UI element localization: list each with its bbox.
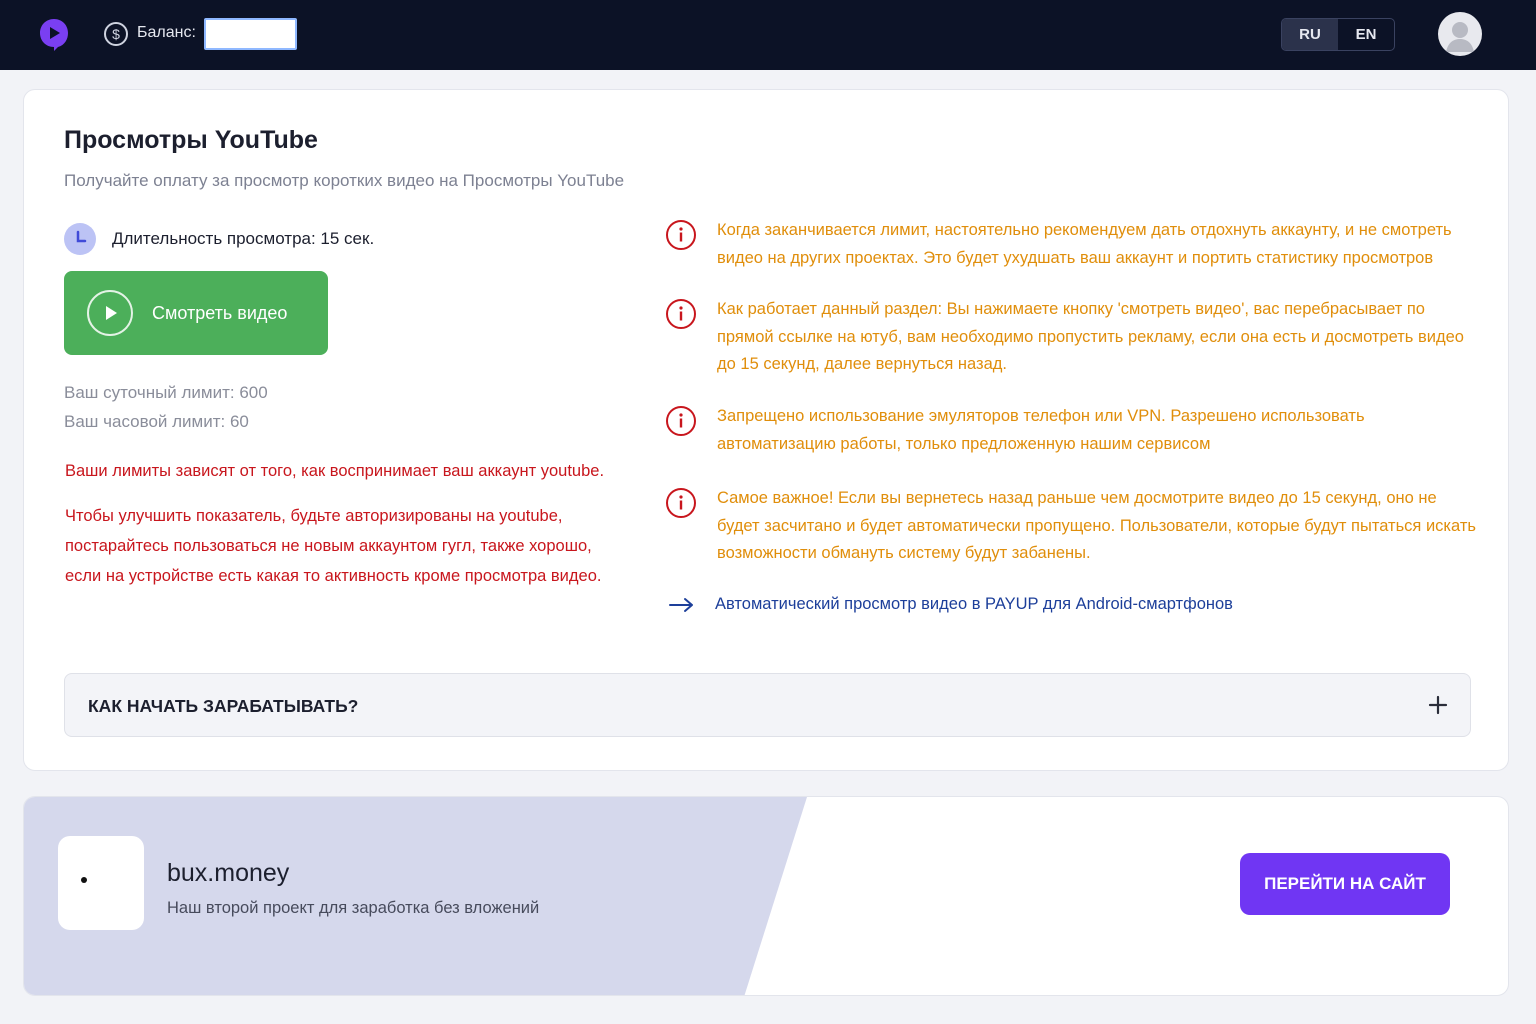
- android-autoview-link[interactable]: Автоматический просмотр видео в PAYUP дл…: [669, 595, 1233, 614]
- youtube-views-card: Просмотры YouTube Получайте оплату за пр…: [23, 89, 1509, 771]
- play-icon: [87, 290, 133, 336]
- promo-title: bux.money: [167, 859, 290, 887]
- improve-tip-2: постарайтесь пользоваться не новым аккау…: [65, 537, 592, 555]
- improve-tip-3: если на устройстве есть какая то активно…: [65, 567, 602, 585]
- balance-value: [204, 18, 297, 50]
- faq-title: КАК НАЧАТЬ ЗАРАБАТЫВАТЬ?: [88, 696, 359, 716]
- info-text: Самое важное! Если вы вернетесь назад ра…: [717, 489, 1476, 562]
- info-icon: [666, 220, 696, 250]
- dollar-coin-icon: $: [104, 22, 128, 46]
- promo-logo: [58, 836, 144, 930]
- lang-ru-button[interactable]: RU: [1282, 19, 1338, 50]
- info-icon: [666, 299, 696, 329]
- plus-icon[interactable]: [1428, 695, 1448, 715]
- android-link-label: Автоматический просмотр видео в PAYUP дл…: [715, 595, 1233, 613]
- go-to-site-button[interactable]: ПЕРЕЙТИ НА САЙТ: [1240, 853, 1450, 915]
- promo-subtitle: Наш второй проект для заработка без влож…: [167, 899, 540, 917]
- info-text: Когда заканчивается лимит, настоятельно …: [717, 221, 1452, 267]
- balance-label: Баланс:: [137, 24, 196, 41]
- daily-limit: Ваш суточный лимит: 600: [64, 383, 268, 402]
- arrow-right-icon: [669, 597, 693, 612]
- clock-icon: [64, 223, 96, 255]
- top-navbar: $ Баланс: RU EN: [0, 0, 1536, 70]
- hourly-limit: Ваш часовой лимит: 60: [64, 412, 249, 431]
- page-subtitle: Получайте оплату за просмотр коротких ви…: [64, 171, 625, 190]
- watch-video-button[interactable]: Смотреть видео: [64, 271, 328, 355]
- promo-card: bux.money Наш второй проект для заработк…: [23, 796, 1509, 996]
- info-text: Запрещено использование эмуляторов телеф…: [717, 407, 1365, 453]
- page-title: Просмотры YouTube: [64, 126, 318, 154]
- watch-duration: Длительность просмотра: 15 сек.: [112, 229, 375, 248]
- logo-dot-icon: [81, 877, 87, 883]
- faq-accordion[interactable]: КАК НАЧАТЬ ЗАРАБАТЫВАТЬ?: [64, 673, 1471, 737]
- info-icon: [666, 406, 696, 436]
- language-switch: RU EN: [1281, 18, 1395, 51]
- limits-warning: Ваши лимиты зависят от того, как восприн…: [65, 462, 605, 480]
- lang-en-button[interactable]: EN: [1338, 19, 1394, 50]
- svg-text:$: $: [112, 26, 120, 42]
- improve-tip-1: Чтобы улучшить показатель, будьте автори…: [65, 507, 563, 525]
- user-avatar-icon[interactable]: [1438, 12, 1482, 56]
- play-logo-icon[interactable]: [38, 17, 70, 53]
- info-text: Как работает данный раздел: Вы нажимаете…: [717, 300, 1464, 373]
- watch-video-label: Смотреть видео: [152, 302, 288, 323]
- info-icon: [666, 488, 696, 518]
